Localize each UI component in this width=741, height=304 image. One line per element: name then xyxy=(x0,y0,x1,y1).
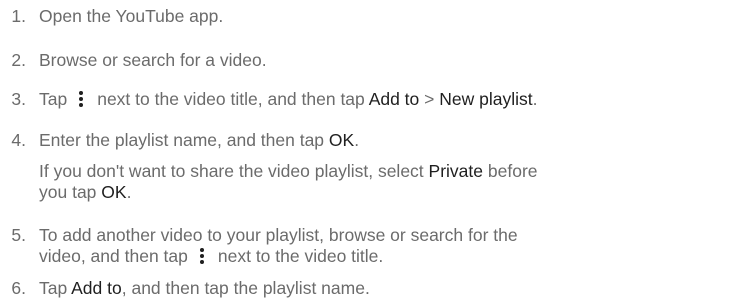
step-number: 1. xyxy=(11,6,26,26)
ui-label-new-playlist: New playlist xyxy=(439,89,533,109)
step-number: 2. xyxy=(11,50,26,70)
step-text: Enter the playlist name, and then tap OK… xyxy=(39,130,735,151)
note-line-1: If you don't want to share the video pla… xyxy=(39,161,735,182)
note-text: before xyxy=(487,161,538,181)
note-text: If you don't want to share the video pla… xyxy=(39,161,424,181)
step-line-1: To add another video to your playlist, b… xyxy=(39,225,518,245)
note-text-end: . xyxy=(126,182,132,202)
step-text: Tap Add to, and then tap the playlist na… xyxy=(39,278,735,299)
step-text-end: . xyxy=(354,130,360,150)
step-number: 6. xyxy=(11,278,26,298)
separator: > xyxy=(424,89,435,109)
ui-label-ok: OK xyxy=(328,130,355,150)
instruction-steps: 1. Open the YouTube app. 2. Browse or se… xyxy=(0,0,741,304)
note-text: you tap xyxy=(39,182,97,202)
note-line-2: you tap OK. xyxy=(39,182,735,203)
step-4-note: If you don't want to share the video pla… xyxy=(39,161,735,203)
step-text-part: video, and then tap xyxy=(39,246,188,266)
step-text-part: , and then tap the playlist name. xyxy=(121,278,370,298)
more-options-icon xyxy=(188,247,218,265)
step-text-part: Enter the playlist name, and then tap xyxy=(39,130,325,150)
ui-label-add-to: Add to xyxy=(71,278,122,298)
step-text-part: next to the video title. xyxy=(217,246,384,266)
step-text-end: . xyxy=(532,89,538,109)
step-text-part: Tap xyxy=(39,278,68,298)
step-number: 5. xyxy=(11,225,26,245)
step-text: Tap next to the video title, and then tap… xyxy=(39,89,735,110)
step-text-part: Tap xyxy=(39,89,68,109)
ui-label-ok: OK xyxy=(101,182,127,202)
step-number: 3. xyxy=(11,89,26,109)
ui-label-add-to: Add to xyxy=(368,89,420,109)
step-line-2: video, and then tap next to the video tit… xyxy=(39,246,735,267)
step-number: 4. xyxy=(11,130,26,150)
ui-label-private: Private xyxy=(428,161,484,181)
more-options-icon xyxy=(67,90,97,108)
step-text: To add another video to your playlist, b… xyxy=(39,225,735,267)
step-text: Open the YouTube app. xyxy=(39,6,224,26)
step-text: Browse or search for a video. xyxy=(39,50,267,70)
step-text-part: next to the video title, and then tap xyxy=(97,89,365,109)
